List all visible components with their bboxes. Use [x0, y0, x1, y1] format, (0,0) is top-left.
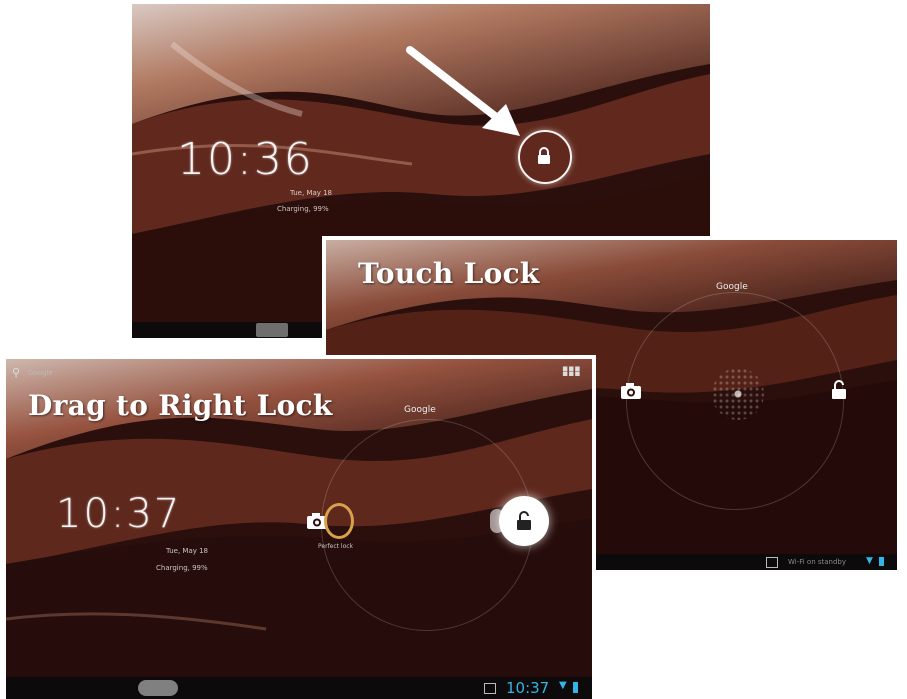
status-text: Wi-Fi on standby	[788, 558, 847, 566]
lock-clock: 10:37	[56, 491, 182, 537]
lock-date: Tue, May 18	[166, 547, 209, 555]
unlock-handle-dots[interactable]	[712, 368, 764, 420]
lock-clock: 10:36	[177, 134, 314, 185]
search-icon: ⚲	[12, 366, 21, 379]
google-label: Google	[716, 282, 748, 292]
arrow-icon	[402, 44, 532, 144]
charging-status: Charging, 99%	[277, 205, 329, 213]
drag-lock-caption: Drag to Right Lock	[28, 389, 333, 422]
battery-icon	[879, 557, 884, 566]
touch-lock-caption: Touch Lock	[358, 257, 540, 290]
system-bar: 10:37 ▼	[6, 677, 592, 699]
unlock-icon[interactable]	[830, 380, 848, 400]
lock-icon	[534, 146, 554, 166]
lock-date: Tue, May 18	[290, 189, 333, 197]
gallery-icon	[484, 683, 496, 694]
charging-status: Charging, 99%	[156, 564, 208, 572]
wifi-icon: ▼	[559, 680, 567, 691]
gallery-icon	[766, 557, 778, 568]
apps-grid-icon[interactable]: ▪▪▪ ▪▪▪	[562, 365, 580, 379]
unlock-icon	[515, 511, 533, 531]
search-bar[interactable]: ⚲ Google	[12, 366, 82, 381]
drag-handle-ring[interactable]	[324, 503, 354, 539]
home-button[interactable]	[138, 680, 178, 696]
home-button[interactable]	[256, 323, 288, 337]
camera-icon[interactable]	[620, 382, 642, 400]
camera-hint: Perfect lock	[318, 543, 354, 550]
status-time: 10:37	[506, 679, 550, 697]
google-label: Google	[404, 405, 436, 415]
battery-icon	[573, 682, 578, 693]
lockscreen-screenshot-3: ⚲ Google ▪▪▪ ▪▪▪ Drag to Right Lock Googl…	[6, 355, 596, 699]
drag-trail	[490, 509, 504, 533]
search-label: Google	[28, 369, 53, 377]
wifi-icon: ▼	[866, 556, 873, 566]
